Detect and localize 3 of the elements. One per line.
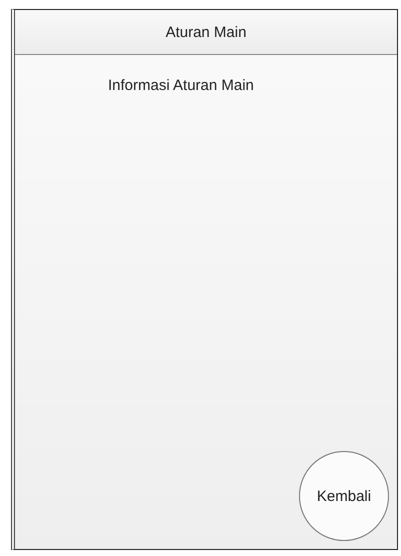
info-heading: Informasi Aturan Main (108, 77, 254, 94)
screen-title: Aturan Main (166, 24, 246, 40)
back-button[interactable]: Kembali (299, 451, 389, 541)
